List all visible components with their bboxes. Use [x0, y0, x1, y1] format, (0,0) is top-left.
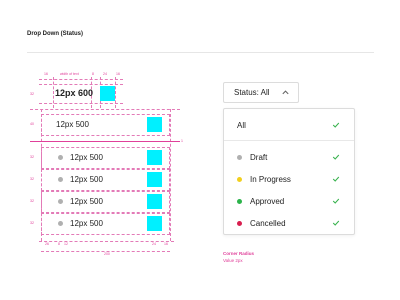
guide-rows-top — [30, 109, 180, 110]
option-in-progress[interactable]: In Progress — [224, 169, 354, 189]
spec-row-3-dot — [58, 199, 63, 204]
measure-bottom-d: 24 — [152, 242, 156, 246]
corner-radius-value: Value 2px — [223, 258, 243, 263]
measure-side-c: 1 — [181, 139, 183, 143]
measure-bottom-b: 8 — [58, 242, 60, 246]
status-dropdown-label: Status: All — [234, 88, 270, 97]
spec-diagram: 16 width of text 8 24 16 12px 600 32 12p… — [0, 0, 200, 300]
spec-row-all-icon-box — [147, 117, 162, 132]
menu-divider — [224, 140, 354, 141]
option-draft[interactable]: Draft — [224, 147, 354, 167]
measure-width-of-text: width of text — [60, 72, 79, 76]
status-dot-draft — [237, 154, 242, 160]
guide-rows-right — [170, 109, 171, 241]
spec-row-all-text: 12px 500 — [56, 120, 89, 129]
guide-header-bottom — [39, 103, 123, 104]
option-cancelled-label: Cancelled — [250, 218, 286, 228]
check-icon — [332, 220, 340, 226]
measure-side-a: 32 — [30, 92, 34, 96]
measure-side-b: 40 — [30, 122, 34, 126]
spec-row-2-icon-box — [147, 172, 162, 187]
guide-header-top — [39, 84, 123, 85]
spec-row-2-text: 12px 500 — [70, 175, 103, 184]
status-dot-approved — [237, 198, 242, 204]
measure-top-r1: 24 — [103, 72, 107, 76]
status-dropdown-menu: All Draft In Progress Approved Cancelled — [223, 108, 355, 235]
measure-bottom-e: 16 — [164, 242, 168, 246]
measure-top-mid: 8 — [92, 72, 94, 76]
option-draft-label: Draft — [250, 152, 268, 162]
status-dot-cancelled — [237, 220, 242, 226]
measure-side-d2: 32 — [30, 177, 34, 181]
spec-header-text: 12px 600 — [55, 88, 94, 98]
corner-radius-title: Corner Radius — [223, 251, 255, 256]
option-in-progress-label: In Progress — [250, 174, 291, 184]
option-cancelled[interactable]: Cancelled — [224, 213, 354, 233]
spec-row-1-text: 12px 500 — [70, 153, 103, 162]
measure-top-left: 16 — [44, 72, 48, 76]
measure-side-d3: 32 — [30, 199, 34, 203]
spec-row-4-dot — [58, 221, 63, 226]
option-all-label: All — [237, 120, 246, 130]
spec-row-4-text: 12px 500 — [70, 219, 103, 228]
guide-top — [39, 79, 123, 80]
status-dot-in-progress — [237, 176, 242, 182]
spec-row-4-icon-box — [147, 216, 162, 231]
spec-header-icon-box — [100, 86, 115, 101]
status-dropdown-trigger[interactable]: Status: All — [223, 82, 299, 103]
spec-row-1-icon-box — [147, 150, 162, 165]
spec-row-3-text: 12px 500 — [70, 197, 103, 206]
measure-bottom-c: 12 — [64, 242, 68, 246]
spec-row-2-dot — [58, 177, 63, 182]
check-icon — [332, 176, 340, 182]
spec-row-1-dot — [58, 155, 63, 160]
measure-top-r2: 16 — [116, 72, 120, 76]
check-icon — [332, 198, 340, 204]
check-icon — [332, 154, 340, 160]
measure-side-d4: 32 — [30, 221, 34, 225]
spec-separator-line — [30, 141, 180, 142]
option-all[interactable]: All — [224, 115, 354, 135]
check-icon — [332, 122, 340, 128]
spec-row-3-icon-box — [147, 194, 162, 209]
option-approved-label: Approved — [250, 196, 285, 206]
chevron-up-icon — [282, 90, 289, 95]
option-approved[interactable]: Approved — [224, 191, 354, 211]
measure-side-d1: 32 — [30, 155, 34, 159]
measure-bottom-a: 26 — [45, 242, 49, 246]
measure-total-width: 200 — [104, 252, 110, 256]
